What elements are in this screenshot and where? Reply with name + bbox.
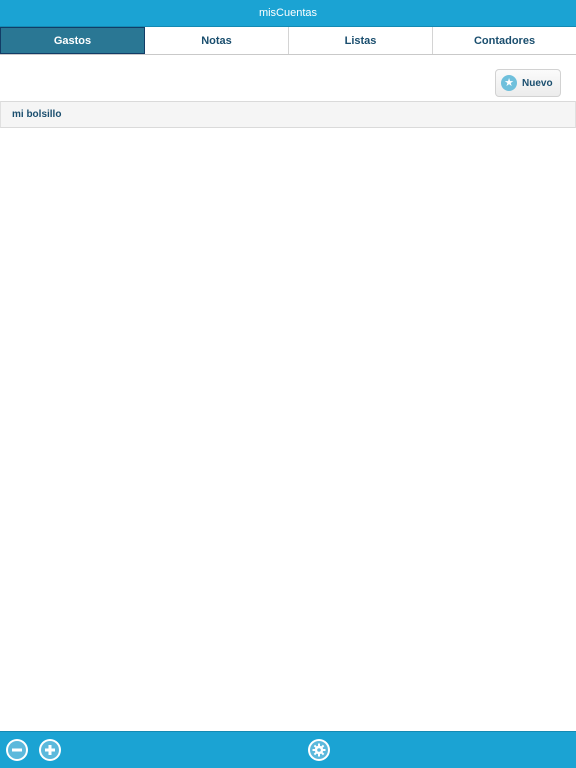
tab-listas[interactable]: Listas bbox=[289, 27, 433, 54]
title-bar: misCuentas bbox=[0, 0, 576, 27]
list-item[interactable]: mi bolsillo bbox=[0, 101, 576, 128]
plus-circle-icon bbox=[41, 741, 59, 759]
tab-notas[interactable]: Notas bbox=[145, 27, 289, 54]
app-window: misCuentas Gastos Notas Listas Contadore… bbox=[0, 0, 576, 768]
new-button-label: Nuevo bbox=[522, 77, 553, 89]
app-title: misCuentas bbox=[258, 7, 318, 19]
tab-bar: Gastos Notas Listas Contadores bbox=[0, 27, 576, 55]
tab-gastos[interactable]: Gastos bbox=[0, 27, 145, 54]
remove-button[interactable] bbox=[6, 739, 28, 761]
star-icon: ★ bbox=[501, 75, 517, 91]
add-button[interactable] bbox=[39, 739, 61, 761]
list-item-label: mi bolsillo bbox=[12, 109, 62, 120]
gear-icon bbox=[310, 741, 328, 759]
minus-circle-icon bbox=[8, 741, 26, 759]
tab-contadores[interactable]: Contadores bbox=[433, 27, 576, 54]
account-list: mi bolsillo bbox=[0, 101, 576, 128]
settings-button[interactable] bbox=[308, 739, 330, 761]
bottom-toolbar bbox=[0, 731, 576, 768]
new-button[interactable]: ★ Nuevo bbox=[495, 69, 561, 97]
